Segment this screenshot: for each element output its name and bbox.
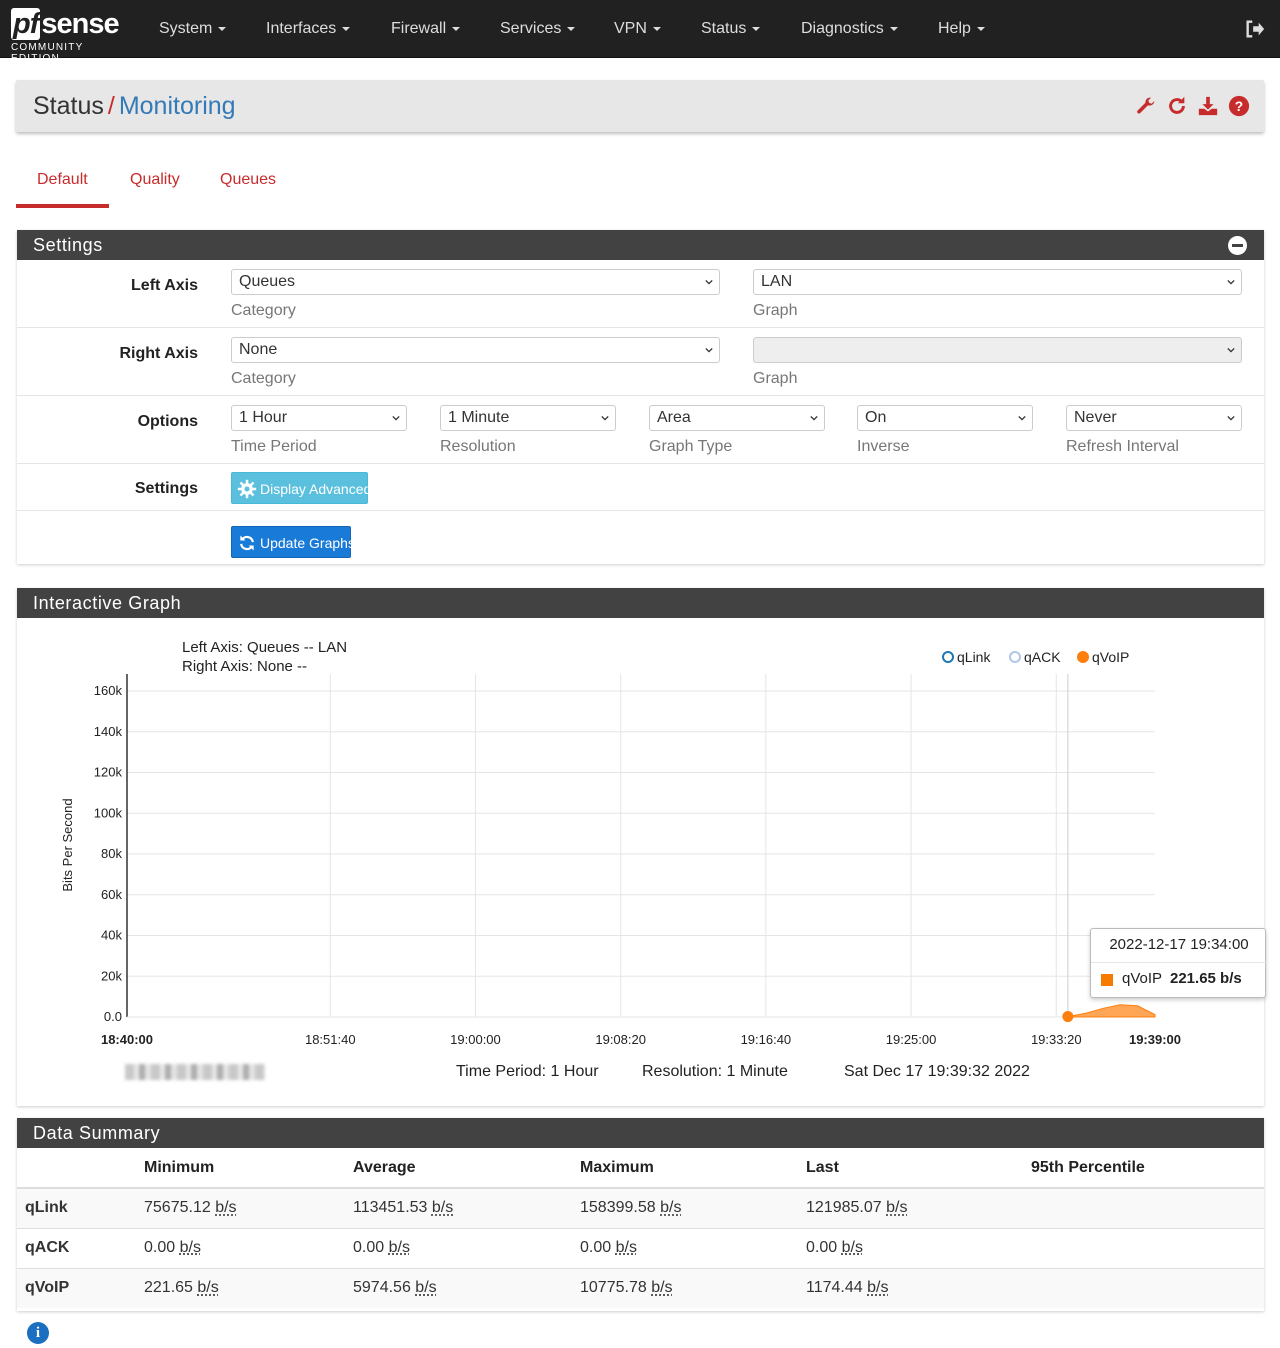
chevron-down-icon bbox=[601, 415, 609, 421]
options-label: Options bbox=[137, 413, 198, 430]
summary-header-row: Minimum Average Maximum Last 95th Percen… bbox=[17, 1148, 1264, 1189]
collapse-icon[interactable] bbox=[1228, 236, 1247, 255]
graph-panel-heading: Interactive Graph bbox=[17, 588, 1264, 618]
refresh-interval-select[interactable]: Never bbox=[1066, 405, 1242, 431]
interactive-graph-panel: Interactive Graph bbox=[17, 588, 1264, 1106]
col-average: Average bbox=[353, 1148, 580, 1189]
logout-icon[interactable] bbox=[1244, 18, 1266, 40]
summary-table: Minimum Average Maximum Last 95th Percen… bbox=[17, 1148, 1264, 1308]
refresh-icon bbox=[240, 535, 254, 551]
caret-down-icon bbox=[976, 26, 985, 31]
page-title[interactable]: Monitoring bbox=[119, 92, 236, 120]
summary-panel-heading: Data Summary bbox=[17, 1118, 1264, 1148]
graph-resolution: Resolution: 1 Minute bbox=[642, 1063, 788, 1080]
display-advanced-button[interactable]: Display Advanced bbox=[231, 472, 371, 504]
right-axis-category-select[interactable]: None bbox=[231, 337, 720, 363]
left-axis-row: Left Axis Queues Category LAN Graph bbox=[17, 260, 1264, 328]
pfsense-logo[interactable]: pf sense COMMUNITY EDITION bbox=[11, 8, 131, 64]
left-axis-category-select[interactable]: Queues bbox=[231, 269, 720, 295]
right-axis-graph-select[interactable] bbox=[753, 337, 1242, 363]
caret-down-icon bbox=[218, 26, 227, 31]
nav-firewall[interactable]: Firewall bbox=[391, 0, 461, 58]
nav-help[interactable]: Help bbox=[938, 0, 985, 58]
tooltip-swatch bbox=[1101, 974, 1113, 986]
col-minimum: Minimum bbox=[144, 1148, 353, 1189]
col-last: Last bbox=[806, 1148, 1031, 1189]
chevron-down-icon bbox=[392, 415, 400, 421]
tooltip-series: qVoIP bbox=[1122, 970, 1163, 987]
chevron-down-icon bbox=[705, 347, 713, 353]
chevron-down-icon bbox=[1227, 347, 1235, 353]
info-icon[interactable]: i bbox=[27, 1322, 49, 1344]
download-icon[interactable] bbox=[1197, 95, 1219, 117]
col-maximum: Maximum bbox=[580, 1148, 806, 1189]
gear-icon bbox=[237, 479, 257, 499]
caret-down-icon bbox=[567, 26, 576, 31]
caret-down-icon bbox=[452, 26, 461, 31]
right-axis-label: Right Axis bbox=[119, 345, 198, 362]
tooltip-value: 221.65 b/s bbox=[1170, 970, 1242, 987]
nav-system[interactable]: System bbox=[159, 0, 227, 58]
breadcrumb-separator: / bbox=[107, 92, 115, 120]
caret-down-icon bbox=[889, 26, 898, 31]
nav-vpn[interactable]: VPN bbox=[614, 0, 661, 58]
caret-down-icon bbox=[652, 26, 661, 31]
tab-quality[interactable]: Quality bbox=[109, 160, 201, 208]
nav-interfaces[interactable]: Interfaces bbox=[266, 0, 351, 58]
update-graphs-button[interactable]: Update Graphs bbox=[231, 526, 355, 558]
settings-panel: Settings Left Axis Queues Category LAN G… bbox=[17, 230, 1264, 564]
inverse-select[interactable]: On bbox=[857, 405, 1033, 431]
edition-label: COMMUNITY EDITION bbox=[11, 42, 84, 64]
right-axis-row: Right Axis None Category Graph bbox=[17, 328, 1264, 396]
graph-timestamp: Sat Dec 17 19:39:32 2022 bbox=[844, 1063, 1030, 1080]
settings-panel-heading: Settings bbox=[17, 230, 1264, 260]
refresh-icon[interactable] bbox=[1166, 95, 1188, 117]
left-axis-label: Left Axis bbox=[131, 277, 198, 294]
chevron-down-icon bbox=[810, 415, 818, 421]
update-row: Update Graphs bbox=[17, 511, 1264, 564]
time-period-select[interactable]: 1 Hour bbox=[231, 405, 407, 431]
chart-tooltip: 2022-12-17 19:34:00 qVoIP 221.65 b/s bbox=[1090, 928, 1267, 998]
graph-time-period: Time Period: 1 Hour bbox=[456, 1063, 599, 1080]
chevron-down-icon bbox=[1018, 415, 1026, 421]
wrench-icon[interactable] bbox=[1135, 95, 1157, 117]
resolution-select[interactable]: 1 Minute bbox=[440, 405, 616, 431]
top-navbar: pf sense COMMUNITY EDITION System Interfa… bbox=[0, 0, 1280, 64]
tab-default[interactable]: Default bbox=[16, 160, 109, 208]
tab-queues[interactable]: Queues bbox=[199, 160, 297, 208]
tooltip-time: 2022-12-17 19:34:00 bbox=[1091, 929, 1267, 963]
left-axis-graph-select[interactable]: LAN bbox=[753, 269, 1242, 295]
col-95th-percentile: 95th Percentile bbox=[1031, 1148, 1264, 1189]
data-summary-panel: Data Summary Minimum Average Maximum Las… bbox=[17, 1118, 1264, 1311]
table-row: qLink 75675.12 b/s 113451.53 b/s 158399.… bbox=[17, 1187, 1264, 1228]
redacted-text bbox=[125, 1064, 265, 1080]
caret-down-icon bbox=[752, 26, 761, 31]
breadcrumb: Status / Monitoring ? bbox=[16, 80, 1264, 132]
breadcrumb-parent[interactable]: Status bbox=[33, 92, 104, 120]
table-row: qACK 0.00 b/s 0.00 b/s 0.00 b/s 0.00 b/s bbox=[17, 1227, 1264, 1268]
table-row: qVoIP 221.65 b/s 5974.56 b/s 10775.78 b/… bbox=[17, 1267, 1264, 1308]
settings-label: Settings bbox=[134, 480, 198, 497]
graph-type-select[interactable]: Area bbox=[649, 405, 825, 431]
chevron-down-icon bbox=[705, 279, 713, 285]
chevron-down-icon bbox=[1227, 279, 1235, 285]
nav-diagnostics[interactable]: Diagnostics bbox=[801, 0, 898, 58]
caret-down-icon bbox=[342, 26, 351, 31]
nav-status[interactable]: Status bbox=[701, 0, 761, 58]
settings-row: Settings Display Advanced bbox=[17, 464, 1264, 511]
nav-services[interactable]: Services bbox=[500, 0, 576, 58]
chevron-down-icon bbox=[1227, 415, 1235, 421]
options-row: Options 1 Hour Time Period 1 Minute Reso… bbox=[17, 396, 1264, 464]
svg-text:?: ? bbox=[1235, 99, 1243, 114]
help-icon[interactable]: ? bbox=[1228, 95, 1250, 117]
